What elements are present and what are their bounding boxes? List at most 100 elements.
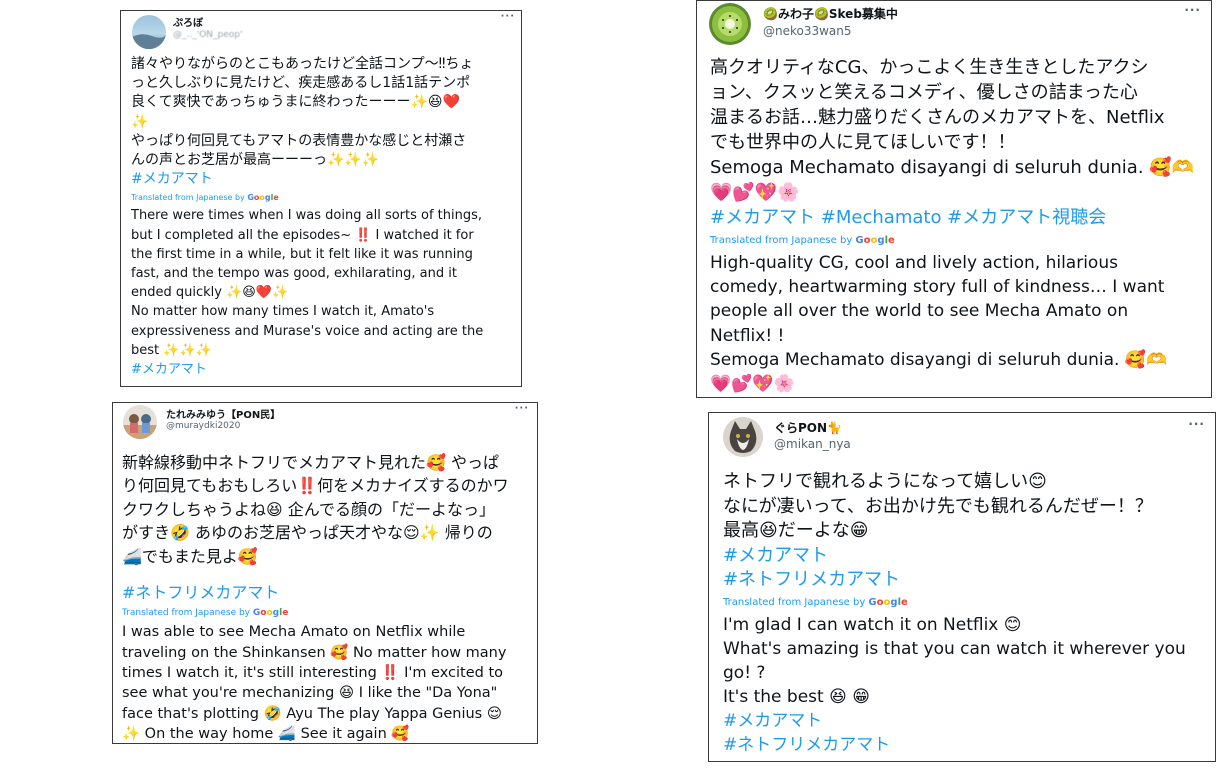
translated-line: ended quickly ✨😆❤️✨ bbox=[131, 285, 289, 301]
translated-line: expressiveness and Murase's voice and ac… bbox=[131, 323, 484, 339]
avatar[interactable] bbox=[132, 15, 166, 49]
translated-line: ✨ On the way home 🚄 See it again 🥰 bbox=[122, 725, 410, 742]
google-letter: o bbox=[863, 235, 871, 246]
tweet-text-line: 諸々やりながらのとこもあったけど全話コンプ〜‼ちょ bbox=[131, 56, 474, 72]
hashtag-link[interactable]: #ネトフリメカアマト bbox=[122, 581, 509, 604]
hashtag-link[interactable]: #メカアマト #Mechamato #メカアマト視聴会 bbox=[710, 205, 1194, 230]
more-options-icon[interactable]: ··· bbox=[501, 11, 515, 22]
tweet-header: 🥝みわ子🥝Skeb募集中 @neko33wan5 ··· bbox=[697, 1, 1211, 51]
display-name[interactable]: ぐらPON🐈 bbox=[774, 419, 842, 436]
translated-line: but I completed all the episodes~ ‼️ I w… bbox=[131, 227, 474, 243]
more-options-icon[interactable]: ··· bbox=[515, 403, 529, 414]
translated-line: see what you're mechanizing 😆 I like the… bbox=[122, 685, 498, 702]
translated-line: No matter how many times I watch it, Ama… bbox=[131, 304, 435, 320]
tweet-text-line: 新幹線移動中ネトフリでメカアマト見れた🥰 やっぱ bbox=[122, 453, 500, 472]
avatar-image bbox=[123, 414, 157, 439]
tweet-body: 新幹線移動中ネトフリでメカアマト見れた🥰 やっぱ り何回見てもおもしろい‼️何を… bbox=[122, 451, 509, 743]
translated-text: I was able to see Mecha Amato on Netflix… bbox=[122, 622, 509, 743]
tweet-text-line: ネトフリで観れるようになって嬉しい😊 bbox=[723, 471, 1047, 492]
google-letter: e bbox=[901, 596, 908, 608]
google-letter: G bbox=[868, 596, 877, 608]
translated-line: Netflix! ! bbox=[710, 325, 785, 346]
tweet-text-line: 🚄でもまた見よ🥰 bbox=[122, 546, 258, 566]
translation-credit[interactable]: Translated from Japanese by Google bbox=[131, 189, 483, 206]
google-letter: e bbox=[888, 235, 895, 246]
tweet-text-line: やっぱり何回見てもアマトの表情豊かな感じと村瀬さ bbox=[131, 132, 467, 149]
tweet-card[interactable]: 🥝みわ子🥝Skeb募集中 @neko33wan5 ··· 高クオリティなCG、か… bbox=[696, 0, 1212, 398]
hashtag-link[interactable]: #メカアマト bbox=[131, 170, 483, 189]
tweet-body: ネトフリで観れるようになって嬉しい😊 なにが凄いって、お出かけ先でも観れるんだぜ… bbox=[723, 470, 1186, 757]
user-handle[interactable]: @neko33wan5 bbox=[763, 24, 852, 38]
display-name[interactable]: たれみみゆう【PON民】 bbox=[166, 406, 280, 421]
tweet-text-line: 高クオリティなCG、かっこよく生き生きとしたアクシ bbox=[710, 57, 1149, 78]
hashtag-link[interactable]: #ネトフリメカアマト bbox=[723, 733, 1186, 757]
translation-label: Translated from Japanese by bbox=[122, 608, 251, 619]
translated-text: There were times when I was doing all so… bbox=[131, 206, 483, 379]
google-letter: G bbox=[247, 193, 254, 203]
avatar[interactable] bbox=[723, 417, 763, 457]
translated-line: the first time in a while, but it felt l… bbox=[131, 246, 473, 262]
tweet-text-line: でも世界中の人に見てほしいです！！ bbox=[710, 132, 1016, 153]
tweet-header: ぷろぼ @_.._'ON_peop' ··· bbox=[121, 11, 521, 61]
translated-text: High-quality CG, cool and lively action,… bbox=[710, 251, 1194, 396]
google-letter: g bbox=[877, 235, 885, 246]
tweet-text-line: り何回見てもおもしろい‼️何をメカナイズするのかワ bbox=[122, 476, 509, 496]
display-name[interactable]: ぷろぼ bbox=[173, 14, 203, 29]
tweet-body: 高クオリティなCG、かっこよく生き生きとしたアクシ ョン、クスッと笑えるコメディ… bbox=[710, 55, 1194, 396]
translated-line: face that's plotting 🤣 Ayu The play Yapp… bbox=[122, 705, 502, 722]
translated-text: I'm glad I can watch it on Netflix 😊 Wha… bbox=[723, 613, 1186, 757]
translated-line: Semoga Mechamato disayangi di seluruh du… bbox=[710, 349, 1168, 370]
display-name[interactable]: 🥝みわ子🥝Skeb募集中 bbox=[763, 5, 898, 22]
tweet-text-line: Semoga Mechamato disayangi di seluruh du… bbox=[710, 157, 1195, 178]
tweet-text-line: クワクしちゃうよね😆 企んでる顔の「だーよなっ」 bbox=[122, 499, 495, 519]
translated-line: fast, and the tempo was good, exhilarati… bbox=[131, 266, 457, 282]
avatar[interactable] bbox=[123, 405, 157, 439]
more-options-icon[interactable]: ··· bbox=[1184, 3, 1201, 17]
translation-credit[interactable]: Translated from Japanese by Google bbox=[723, 593, 1186, 613]
translated-line: people all over the world to see Mecha A… bbox=[710, 301, 1129, 322]
user-handle[interactable]: @mikan_nya bbox=[774, 437, 851, 451]
google-letter: G bbox=[855, 235, 864, 246]
hashtag-link[interactable]: #メカアマト bbox=[723, 544, 1186, 569]
google-logo: Google bbox=[253, 608, 288, 618]
tweet-text-line: 温まるお話…魅力盛りだくさんのメカアマトを、Netflix bbox=[710, 107, 1165, 128]
tweet-body: 諸々やりながらのとこもあったけど全話コンプ〜‼ちょ っと久しぶりに見たけど、疾走… bbox=[131, 55, 483, 379]
tweet-card[interactable]: たれみみゆう【PON民】 @muraydki2020 ··· 新幹線移動中ネトフ… bbox=[112, 402, 538, 744]
google-logo: Google bbox=[247, 193, 279, 202]
translated-line: traveling on the Shinkansen 🥰 No matter … bbox=[122, 644, 507, 661]
translation-label: Translated from Japanese by bbox=[710, 235, 853, 246]
hashtag-link[interactable]: #メカアマト bbox=[131, 360, 483, 379]
translated-line: High-quality CG, cool and lively action,… bbox=[710, 253, 1118, 273]
google-logo: Google bbox=[868, 597, 907, 608]
tweet-card[interactable]: ぐらPON🐈 @mikan_nya ··· ネトフリで観れるようになって嬉しい😊… bbox=[708, 412, 1216, 762]
tweet-text-line: ✨ bbox=[131, 113, 149, 130]
tweet-card[interactable]: ぷろぼ @_.._'ON_peop' ··· 諸々やりながらのとこもあったけど全… bbox=[120, 10, 522, 387]
translated-line: There were times when I was doing all so… bbox=[131, 208, 483, 224]
tweet-text-line: がすき🤣 あゆのお芝居やっぱ天才やな😌✨ 帰りの bbox=[122, 523, 493, 543]
google-letter: e bbox=[273, 193, 279, 203]
user-handle[interactable]: @_.._'ON_peop' bbox=[173, 30, 242, 40]
tweet-header: たれみみゆう【PON民】 @muraydki2020 ··· bbox=[113, 403, 537, 453]
translated-line: 💗💕💖🌸 bbox=[710, 374, 795, 395]
tweet-text-line: 💗💕💖🌸 bbox=[710, 182, 800, 203]
user-handle[interactable]: @muraydki2020 bbox=[166, 421, 240, 431]
translation-label: Translated from Japanese by bbox=[131, 193, 245, 203]
translated-line: comedy, heartwarming story full of kindn… bbox=[710, 277, 1165, 298]
tweet-header: ぐらPON🐈 @mikan_nya ··· bbox=[709, 413, 1215, 463]
tweet-text-line: ョン、クスッと笑えるコメディ、優しさの詰まった心 bbox=[710, 82, 1138, 103]
cat-icon bbox=[729, 421, 757, 453]
translated-line: It's the best 😆 😁 bbox=[723, 686, 870, 707]
google-letter: o bbox=[876, 596, 884, 608]
translated-line: best ✨✨✨ bbox=[131, 342, 212, 358]
translation-credit[interactable]: Translated from Japanese by Google bbox=[122, 604, 509, 622]
google-letter: g bbox=[890, 596, 898, 608]
more-options-icon[interactable]: ··· bbox=[1188, 417, 1205, 431]
translated-line: I was able to see Mecha Amato on Netflix… bbox=[122, 624, 466, 641]
tweet-text-line: 最高😆だーよな😁 bbox=[723, 520, 869, 541]
hashtag-link[interactable]: #ネトフリメカアマト bbox=[723, 568, 1186, 593]
avatar[interactable] bbox=[709, 3, 751, 45]
hashtag-link[interactable]: #メカアマト bbox=[723, 709, 1186, 733]
translation-credit[interactable]: Translated from Japanese by Google bbox=[710, 230, 1194, 251]
google-logo: Google bbox=[855, 235, 894, 246]
